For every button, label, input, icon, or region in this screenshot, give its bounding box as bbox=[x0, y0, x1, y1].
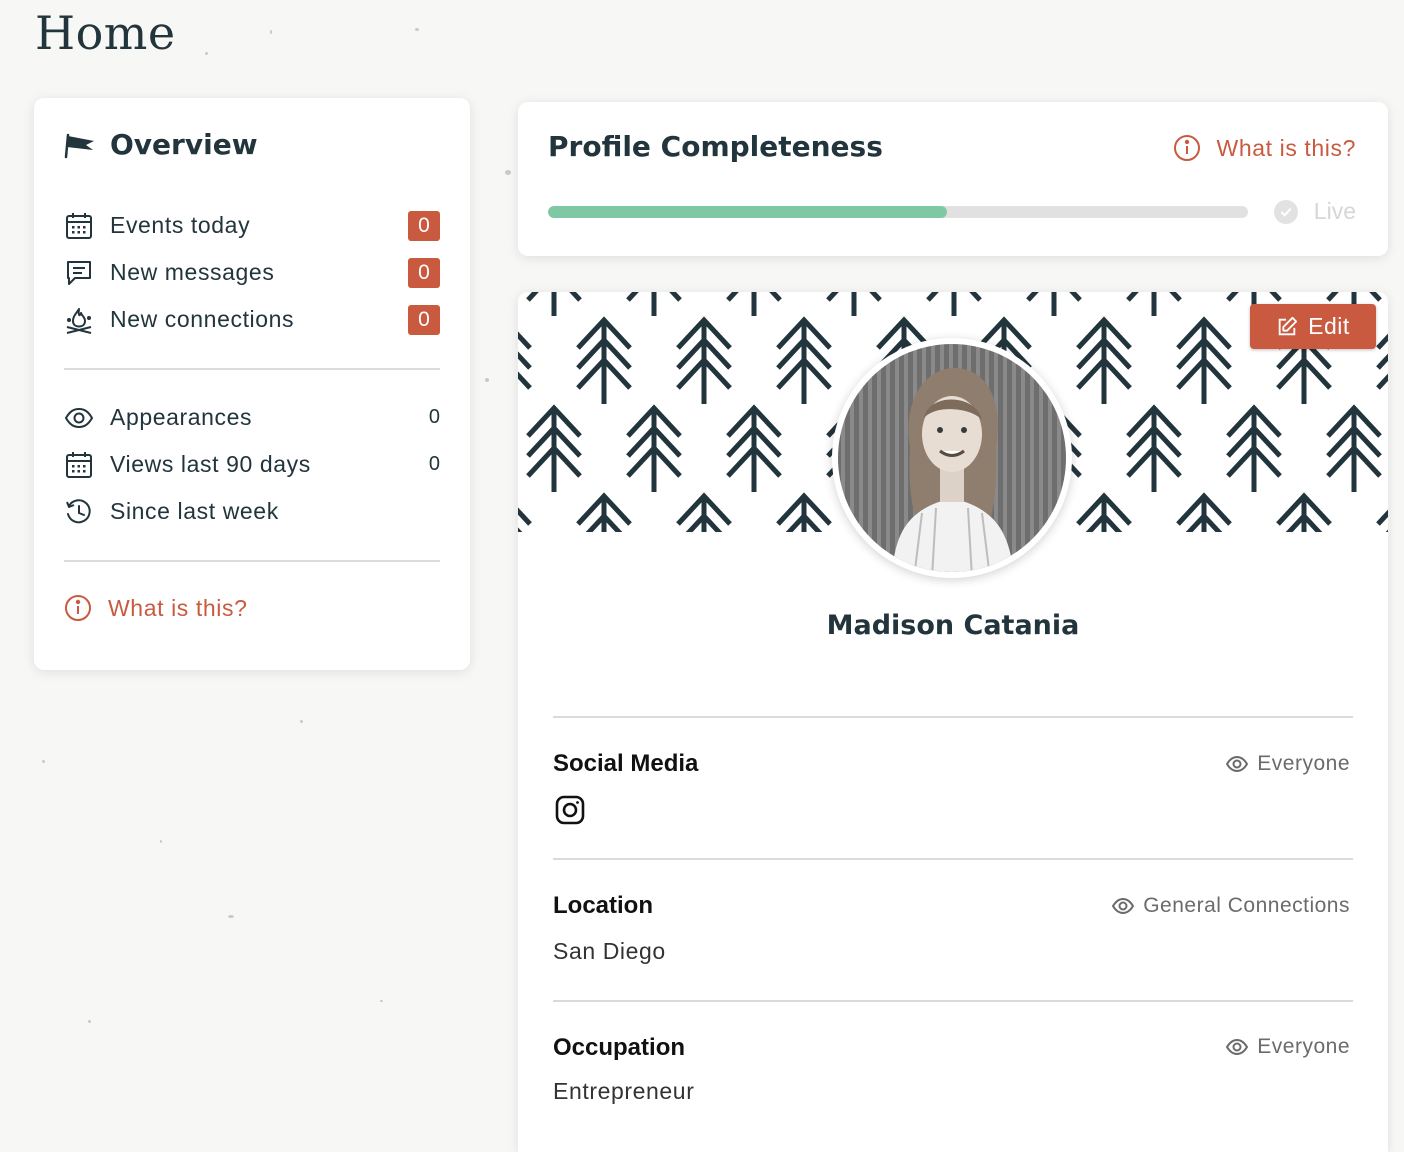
page-title: Home bbox=[35, 6, 176, 60]
new-messages-count: 0 bbox=[408, 257, 440, 288]
social-media-visibility[interactable]: Everyone bbox=[1225, 752, 1350, 776]
edit-button-label: Edit bbox=[1308, 313, 1350, 339]
list-item-since-last-week: Since last week bbox=[64, 488, 440, 535]
new-connections-label: New connections bbox=[110, 306, 295, 332]
views-last-90-days-label: Views last 90 days bbox=[110, 451, 311, 477]
eye-icon bbox=[1226, 755, 1249, 773]
views-last-90-days-count: 0 bbox=[428, 453, 440, 475]
divider bbox=[553, 716, 1353, 718]
overview-title: Overview bbox=[110, 128, 258, 161]
edit-icon bbox=[1278, 316, 1298, 335]
list-item-appearances: Appearances 0 bbox=[64, 394, 440, 441]
location-value: San Diego bbox=[553, 938, 666, 964]
divider bbox=[553, 1000, 1353, 1002]
new-messages-label: New messages bbox=[110, 259, 275, 285]
campfire-icon bbox=[66, 307, 92, 334]
eye-icon bbox=[1226, 1038, 1249, 1056]
info-icon bbox=[65, 595, 91, 621]
eye-icon bbox=[64, 407, 94, 428]
since-last-week-label: Since last week bbox=[110, 498, 279, 524]
location-title: Location bbox=[553, 892, 653, 919]
live-status: Live bbox=[1273, 198, 1356, 225]
appearances-label: Appearances bbox=[110, 404, 253, 430]
overview-what-is-this-link[interactable]: What is this? bbox=[64, 594, 247, 622]
divider bbox=[553, 858, 1353, 860]
divider bbox=[64, 368, 440, 370]
profile-card: Edit Madison Catania Social Media Everyo… bbox=[518, 292, 1388, 1152]
edit-profile-button[interactable]: Edit bbox=[1250, 304, 1376, 349]
profile-photo bbox=[838, 344, 1066, 572]
divider bbox=[64, 560, 440, 562]
stats-list: Appearances 0 Views last 90 days 0 Since… bbox=[64, 394, 440, 535]
calendar-icon bbox=[66, 212, 92, 239]
instagram-icon[interactable] bbox=[554, 794, 586, 826]
appearances-count: 0 bbox=[428, 406, 440, 428]
list-item-new-messages[interactable]: New messages 0 bbox=[64, 249, 440, 296]
eye-icon bbox=[1112, 897, 1135, 915]
calendar-icon bbox=[66, 451, 92, 478]
profile-name: Madison Catania bbox=[826, 610, 1080, 641]
new-connections-count: 0 bbox=[408, 304, 440, 335]
pennant-flag-icon bbox=[64, 133, 94, 158]
list-item-new-connections[interactable]: New connections 0 bbox=[64, 296, 440, 343]
completeness-what-is-this-link[interactable]: What is this? bbox=[1173, 134, 1356, 162]
live-status-text: Live bbox=[1313, 198, 1356, 224]
occupation-visibility-text: Everyone bbox=[1257, 1035, 1350, 1058]
history-icon bbox=[66, 498, 91, 523]
info-icon bbox=[1173, 135, 1200, 161]
list-item-views-last-90-days: Views last 90 days 0 bbox=[64, 441, 440, 488]
location-visibility[interactable]: General Connections bbox=[1111, 894, 1350, 918]
profile-completeness-title: Profile Completeness bbox=[548, 130, 883, 163]
events-today-count: 0 bbox=[408, 210, 440, 241]
occupation-title: Occupation bbox=[553, 1034, 686, 1061]
list-item-events-today[interactable]: Events today 0 bbox=[64, 202, 440, 249]
events-today-label: Events today bbox=[110, 212, 251, 238]
avatar[interactable] bbox=[832, 338, 1072, 578]
completeness-progress-bar bbox=[548, 206, 1248, 218]
profile-completeness-card: Profile Completeness What is this? Live bbox=[518, 102, 1388, 256]
social-media-title: Social Media bbox=[553, 750, 699, 777]
overview-card: Overview Events today 0 New messages 0 N… bbox=[34, 98, 470, 670]
social-media-visibility-text: Everyone bbox=[1257, 752, 1350, 775]
location-visibility-text: General Connections bbox=[1143, 894, 1350, 917]
activity-list: Events today 0 New messages 0 New connec… bbox=[64, 202, 440, 343]
occupation-visibility[interactable]: Everyone bbox=[1225, 1035, 1350, 1059]
message-icon bbox=[67, 260, 91, 285]
overview-header: Overview bbox=[64, 128, 258, 161]
check-circle-icon bbox=[1273, 199, 1298, 224]
completeness-progress-fill bbox=[548, 206, 947, 218]
completeness-what-is-this-text: What is this? bbox=[1216, 134, 1356, 161]
overview-what-is-this-text: What is this? bbox=[108, 594, 248, 621]
occupation-value: Entrepreneur bbox=[553, 1078, 695, 1104]
